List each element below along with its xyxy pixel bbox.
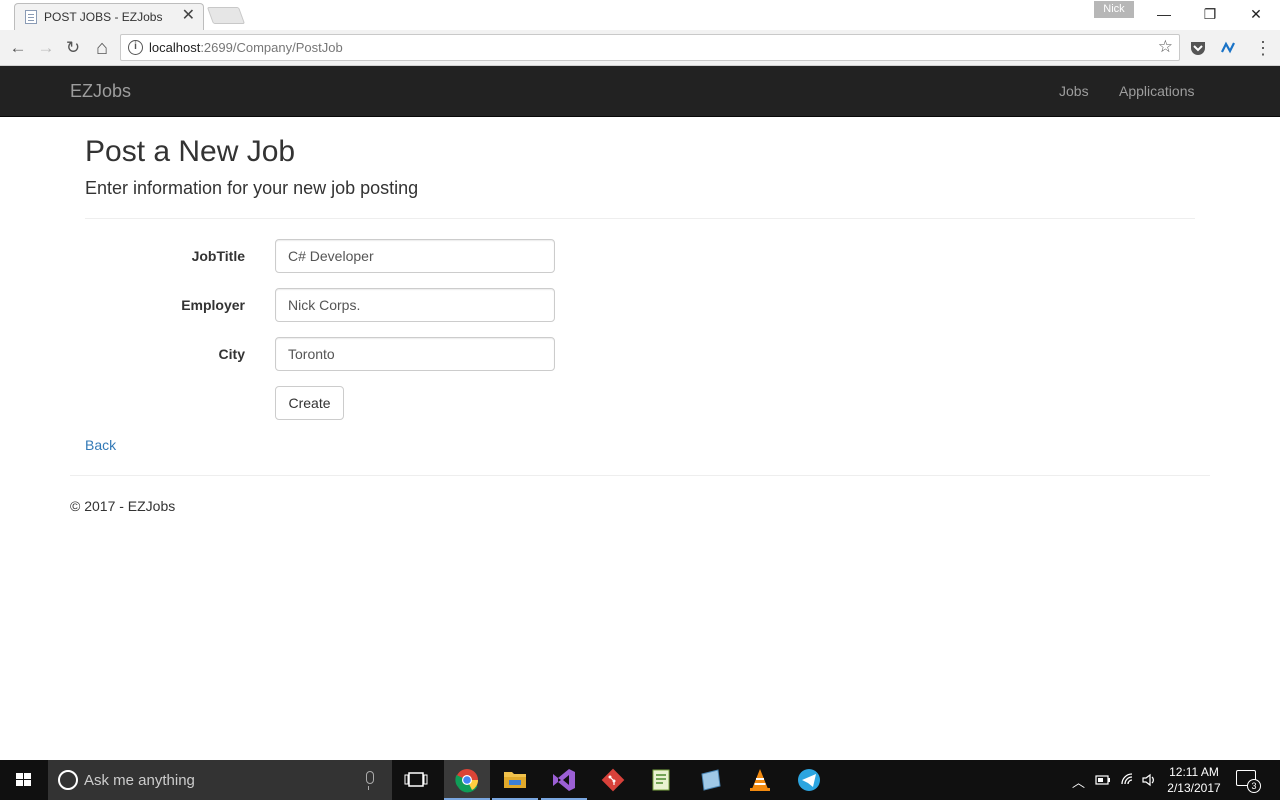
window-minimize-button[interactable]: —: [1141, 0, 1187, 28]
vlc-cone-icon: [750, 769, 770, 791]
browser-toolbar: ← → ↻ ⌂ i localhost:2699/Company/PostJob…: [0, 30, 1280, 66]
clock-time: 12:11 AM: [1169, 765, 1219, 779]
reload-icon[interactable]: ↻: [62, 37, 84, 59]
tab-close-icon[interactable]: ✕: [182, 7, 195, 25]
clock-date: 2/13/2017: [1167, 781, 1221, 795]
task-view-button[interactable]: [393, 760, 439, 800]
back-arrow-icon[interactable]: ←: [7, 37, 29, 59]
address-bar[interactable]: i localhost:2699/Company/PostJob ☆: [120, 34, 1180, 61]
brand-link[interactable]: EZJobs: [70, 81, 131, 102]
employer-label: Employer: [181, 297, 245, 313]
search-placeholder: Ask me anything: [84, 772, 195, 789]
taskbar-file-explorer[interactable]: [492, 760, 538, 800]
tab-title: POST JOBS - EZJobs: [44, 10, 163, 24]
new-tab-button[interactable]: [206, 7, 246, 24]
address-url[interactable]: localhost:2699/Company/PostJob: [149, 40, 343, 55]
app-icon: [701, 769, 721, 791]
city-input[interactable]: [275, 337, 555, 371]
cortana-search-box[interactable]: Ask me anything: [48, 760, 392, 800]
create-button[interactable]: Create: [275, 386, 344, 420]
back-link[interactable]: Back: [85, 437, 116, 453]
page-favicon-icon: [25, 10, 37, 24]
employer-input[interactable]: [275, 288, 555, 322]
taskbar-telegram[interactable]: [786, 760, 832, 800]
browser-tab-strip: POST JOBS - EZJobs ✕ Nick — ❐ ✕: [0, 0, 1280, 30]
taskbar-app[interactable]: [688, 760, 734, 800]
taskbar-notepad-app[interactable]: [638, 760, 684, 800]
page-title: Post a New Job: [85, 135, 296, 168]
notification-count-badge: 3: [1247, 779, 1261, 793]
window-restore-button[interactable]: ❐: [1187, 0, 1233, 28]
forward-arrow-icon[interactable]: →: [35, 37, 57, 59]
bookmark-star-icon[interactable]: ☆: [1158, 37, 1173, 57]
browser-tab-active[interactable]: POST JOBS - EZJobs ✕: [14, 3, 204, 30]
profile-badge[interactable]: Nick: [1094, 1, 1134, 18]
folder-icon: [504, 772, 526, 788]
task-view-icon: [404, 772, 428, 787]
jobtitle-label: JobTitle: [191, 248, 245, 264]
volume-icon[interactable]: [1141, 772, 1157, 788]
battery-icon[interactable]: [1095, 773, 1111, 787]
telegram-icon: [798, 769, 820, 791]
windows-logo-icon: [16, 773, 32, 787]
extension-icon[interactable]: [1220, 39, 1238, 57]
taskbar-chrome[interactable]: [444, 760, 490, 800]
wifi-icon[interactable]: [1120, 772, 1136, 788]
site-info-icon[interactable]: i: [128, 40, 143, 55]
taskbar-visual-studio[interactable]: [541, 760, 587, 800]
footer-copyright: © 2017 - EZJobs: [70, 498, 176, 514]
tray-overflow-chevron-icon[interactable]: ︿: [1072, 772, 1085, 791]
pocket-extension-icon[interactable]: [1189, 39, 1207, 57]
jobtitle-input[interactable]: [275, 239, 555, 273]
git-icon: [601, 768, 625, 792]
site-navbar: EZJobs Jobs Applications: [0, 66, 1280, 117]
home-icon[interactable]: ⌂: [91, 37, 113, 59]
windows-taskbar: Ask me anything ︿ 12:11 AM 2/13/2017 3: [0, 760, 1280, 800]
notepad-icon: [652, 769, 670, 791]
start-button[interactable]: [0, 760, 48, 800]
page-subtitle: Enter information for your new job posti…: [85, 178, 419, 198]
chrome-icon: [455, 769, 479, 793]
microphone-icon[interactable]: [366, 771, 374, 790]
taskbar-vlc[interactable]: [737, 760, 783, 800]
footer-divider: [70, 475, 1210, 476]
city-label: City: [218, 346, 245, 362]
visual-studio-icon: [553, 769, 575, 791]
divider: [85, 218, 1195, 219]
cortana-icon: [58, 770, 78, 790]
window-close-button[interactable]: ✕: [1233, 0, 1279, 28]
taskbar-git-app[interactable]: [590, 760, 636, 800]
nav-link-applications[interactable]: Applications: [1119, 83, 1195, 99]
nav-link-jobs[interactable]: Jobs: [1059, 83, 1089, 99]
browser-menu-icon[interactable]: ⋮: [1252, 37, 1274, 59]
system-clock[interactable]: 12:11 AM 2/13/2017: [1158, 764, 1230, 796]
